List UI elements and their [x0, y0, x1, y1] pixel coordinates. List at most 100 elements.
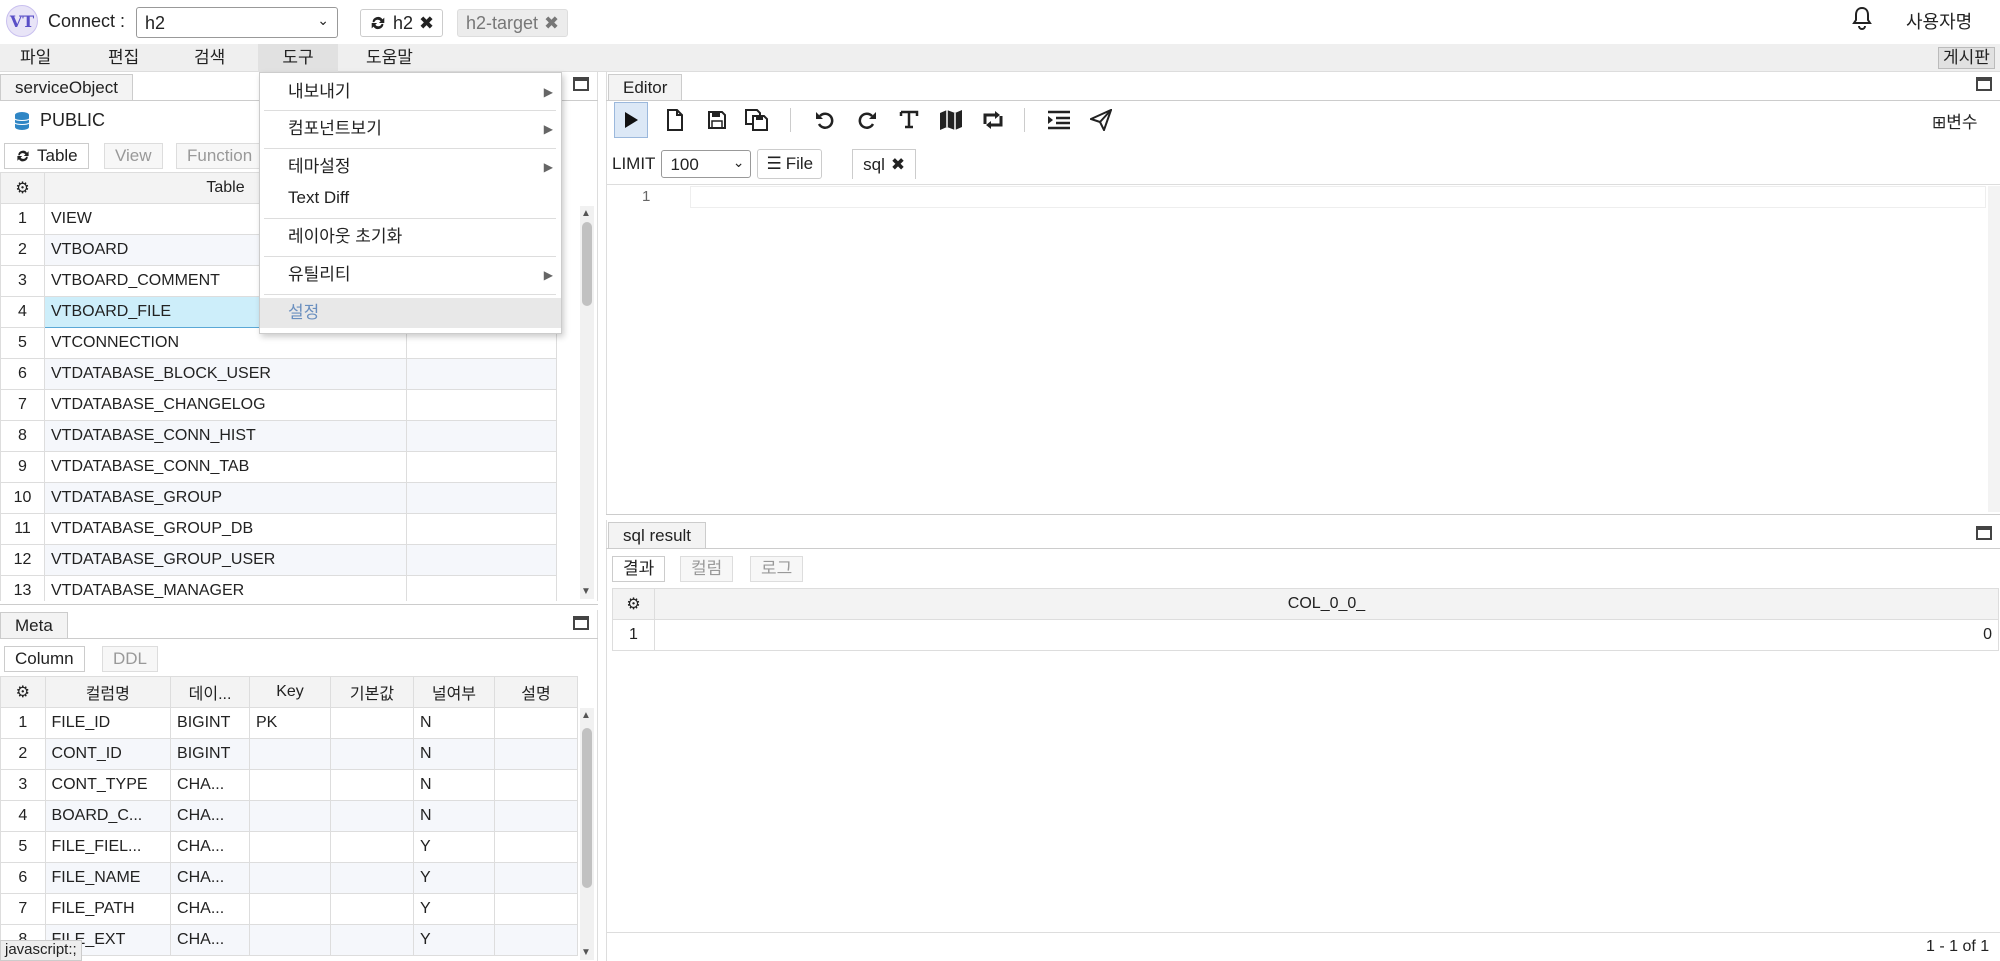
cell-column-name[interactable]: CONT_ID: [44, 738, 172, 770]
menu-item-text-diff[interactable]: Text Diff: [260, 183, 561, 213]
cell-column-name[interactable]: FILE_ID: [44, 707, 172, 739]
connection-tab-h2[interactable]: h2 ✖: [360, 9, 444, 37]
subtab-table[interactable]: Table: [4, 143, 89, 169]
menu-item-component-view[interactable]: 컴포넌트보기 ▶: [260, 114, 561, 144]
cell-key[interactable]: [249, 893, 331, 925]
table-name-cell[interactable]: VTDATABASE_CHANGELOG: [44, 389, 407, 421]
object-table-scrollbar[interactable]: ▲ ▼: [580, 206, 594, 599]
maximize-icon[interactable]: [1976, 526, 1992, 540]
cell-nullable[interactable]: N: [412, 707, 495, 739]
connection-tab-h2-target[interactable]: h2-target ✖: [457, 9, 569, 37]
cell-default[interactable]: [329, 707, 414, 739]
menu-item-reset-layout[interactable]: 레이아웃 초기화: [260, 222, 561, 252]
retweet-icon[interactable]: [976, 102, 1010, 138]
menu-edit[interactable]: 편집: [90, 44, 157, 72]
close-icon[interactable]: ✖: [419, 13, 434, 34]
bell-icon[interactable]: [1851, 6, 1873, 32]
table-row[interactable]: 6 VTDATABASE_BLOCK_USER: [0, 358, 557, 390]
cell-type[interactable]: CHA...: [170, 769, 250, 801]
cell-default[interactable]: [329, 738, 414, 770]
format-text-icon[interactable]: [892, 102, 926, 138]
cell-nullable[interactable]: N: [412, 800, 495, 832]
subtab-view[interactable]: View: [104, 143, 163, 169]
new-file-icon[interactable]: [658, 102, 692, 138]
table-row[interactable]: 1 0: [612, 619, 1999, 651]
cell-column-name[interactable]: FILE_PATH: [44, 893, 172, 925]
menu-item-theme-settings[interactable]: 테마설정 ▶: [260, 152, 561, 182]
cell-type[interactable]: CHA...: [170, 831, 250, 863]
indent-icon[interactable]: [1042, 102, 1076, 138]
scroll-up-icon[interactable]: ▲: [581, 710, 591, 721]
table-extra-cell[interactable]: [406, 358, 557, 390]
cell-key[interactable]: [249, 831, 331, 863]
table-row[interactable]: 7 VTDATABASE_CHANGELOG: [0, 389, 557, 421]
table-row[interactable]: 10 VTDATABASE_GROUP: [0, 482, 557, 514]
cell-desc[interactable]: [493, 738, 579, 770]
column-header-desc[interactable]: 설명: [493, 676, 579, 708]
cell-desc[interactable]: [493, 831, 579, 863]
close-icon[interactable]: ✖: [544, 13, 559, 34]
map-icon[interactable]: [934, 102, 968, 138]
cell-type[interactable]: CHA...: [170, 862, 250, 894]
scrollbar-thumb[interactable]: [582, 728, 592, 888]
cell-key[interactable]: [249, 800, 331, 832]
refresh-icon[interactable]: [369, 14, 387, 32]
close-icon[interactable]: ✖: [891, 155, 905, 175]
maximize-icon[interactable]: [573, 616, 589, 630]
run-button[interactable]: [614, 102, 648, 138]
send-icon[interactable]: [1084, 102, 1118, 138]
connection-select[interactable]: h2 ⌄: [136, 7, 338, 38]
table-row[interactable]: 1 FILE_ID BIGINT PK N: [0, 707, 579, 739]
cell-default[interactable]: [329, 769, 414, 801]
board-button[interactable]: 게시판: [1938, 47, 1995, 69]
scroll-down-icon[interactable]: ▼: [581, 947, 591, 958]
cell-nullable[interactable]: Y: [412, 831, 495, 863]
maximize-icon[interactable]: [573, 77, 589, 91]
column-header-nullable[interactable]: 널여부: [412, 676, 495, 708]
cell-type[interactable]: CHA...: [170, 893, 250, 925]
table-row[interactable]: 2 CONT_ID BIGINT N: [0, 738, 579, 770]
tab-editor[interactable]: Editor: [608, 74, 683, 101]
cell-desc[interactable]: [493, 800, 579, 832]
schema-row[interactable]: PUBLIC: [14, 110, 105, 131]
menu-help[interactable]: 도움말: [348, 44, 431, 72]
table-name-cell[interactable]: VTDATABASE_GROUP: [44, 482, 407, 514]
subtab-columns[interactable]: 컬럼: [680, 556, 734, 582]
table-row[interactable]: 11 VTDATABASE_GROUP_DB: [0, 513, 557, 545]
cell-default[interactable]: [329, 893, 414, 925]
cell-column-name[interactable]: FILE_NAME: [44, 862, 172, 894]
table-row[interactable]: 8 VTDATABASE_CONN_HIST: [0, 420, 557, 452]
limit-select[interactable]: 100 ⌄: [661, 150, 752, 178]
editor-scrollbar[interactable]: [1988, 186, 2000, 512]
maximize-icon[interactable]: [1976, 77, 1992, 91]
cell-nullable[interactable]: N: [412, 738, 495, 770]
cell-key[interactable]: [249, 769, 331, 801]
menu-item-export[interactable]: 내보내기 ▶: [260, 77, 561, 107]
table-row[interactable]: 12 VTDATABASE_GROUP_USER: [0, 544, 557, 576]
table-extra-cell[interactable]: [406, 389, 557, 421]
cell-nullable[interactable]: N: [412, 769, 495, 801]
undo-icon[interactable]: [808, 102, 842, 138]
table-extra-cell[interactable]: [406, 420, 557, 452]
scrollbar-thumb[interactable]: [582, 222, 592, 306]
column-settings-icon[interactable]: ⚙: [0, 676, 46, 708]
cell-type[interactable]: CHA...: [170, 924, 250, 956]
tab-meta[interactable]: Meta: [0, 612, 68, 639]
scroll-up-icon[interactable]: ▲: [581, 208, 591, 219]
cell-type[interactable]: BIGINT: [170, 738, 250, 770]
table-row[interactable]: 4 BOARD_C... CHA... N: [0, 800, 579, 832]
cell-nullable[interactable]: Y: [412, 893, 495, 925]
column-header-default[interactable]: 기본값: [329, 676, 414, 708]
tab-sql-result[interactable]: sql result: [608, 522, 707, 549]
table-row[interactable]: 7 FILE_PATH CHA... Y: [0, 893, 579, 925]
cell-desc[interactable]: [493, 707, 579, 739]
table-row[interactable]: 6 FILE_NAME CHA... Y: [0, 862, 579, 894]
cell-desc[interactable]: [493, 862, 579, 894]
cell-key[interactable]: [249, 862, 331, 894]
subtab-log[interactable]: 로그: [750, 556, 804, 582]
table-extra-cell[interactable]: [406, 544, 557, 576]
subtab-function[interactable]: Function: [176, 143, 264, 169]
cell-desc[interactable]: [493, 769, 579, 801]
scroll-down-icon[interactable]: ▼: [581, 586, 591, 597]
subtab-ddl[interactable]: DDL: [102, 646, 159, 672]
